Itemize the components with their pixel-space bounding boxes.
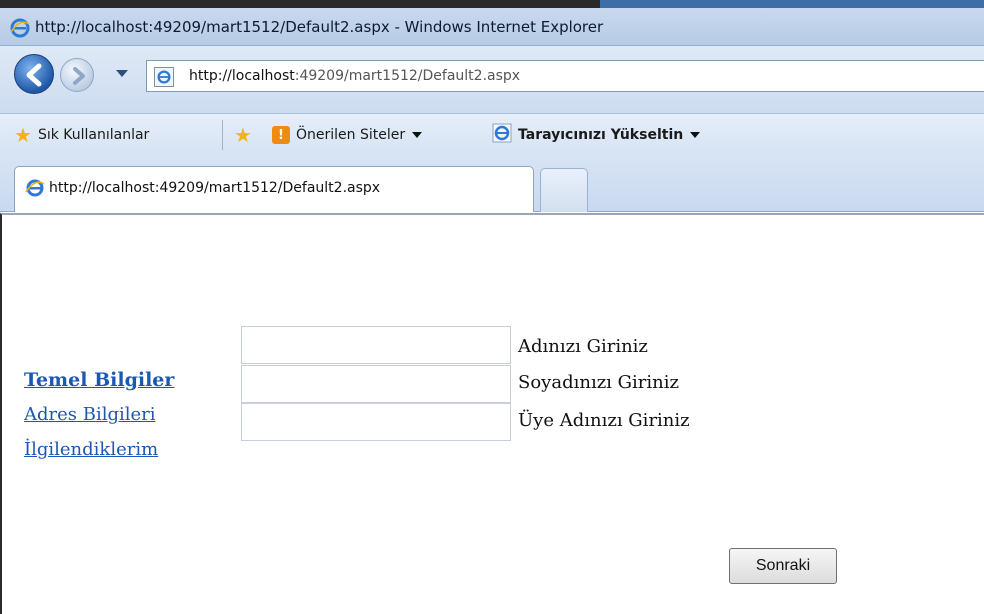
favorites-label: Sık Kullanılanlar <box>37 127 150 143</box>
link-temel-bilgiler[interactable]: Temel Bilgiler <box>24 369 174 391</box>
forward-button[interactable] <box>60 58 94 92</box>
favorites-separator <box>222 120 223 150</box>
upgrade-label: Tarayıcınızı Yükseltin <box>518 127 684 143</box>
favorites-star-icon: ★ <box>14 123 32 147</box>
suggested-sites-icon: ! <box>272 126 290 144</box>
url-path: :49209/mart1512/Default2.aspx <box>294 68 521 84</box>
forward-arrow-icon <box>73 67 85 85</box>
add-to-favorites-bar-button[interactable]: ★ <box>234 124 252 146</box>
favorites-button[interactable]: ★ Sık Kullanılanlar <box>14 124 149 146</box>
address-url[interactable]: http://localhost:49209/mart1512/Default2… <box>189 68 520 84</box>
suggested-sites-button[interactable]: ! Önerilen Siteler <box>272 124 423 146</box>
first-name-label: Adınızı Giriniz <box>518 336 648 357</box>
history-dropdown-icon[interactable] <box>116 70 128 77</box>
window-titlebar: http://localhost:49209/mart1512/Default2… <box>0 8 984 46</box>
window-title: http://localhost:49209/mart1512/Default2… <box>35 18 604 36</box>
suggested-sites-label: Önerilen Siteler <box>296 127 406 143</box>
last-name-input[interactable] <box>241 365 511 403</box>
tab-ie-icon <box>25 178 45 202</box>
tab-label: http://localhost:49209/mart1512/Default2… <box>49 180 381 196</box>
taskbar-blue-area <box>600 0 984 8</box>
taskbar-strip <box>0 0 984 8</box>
tab-default2[interactable]: http://localhost:49209/mart1512/Default2… <box>14 166 534 212</box>
ie-logo-icon <box>10 18 30 42</box>
link-ilgilendiklerim[interactable]: İlgilendiklerim <box>24 439 158 460</box>
taskbar-dark-area <box>0 0 600 8</box>
link-adres-bilgileri[interactable]: Adres Bilgileri <box>24 404 156 425</box>
new-tab-button[interactable] <box>540 168 588 212</box>
username-input[interactable] <box>241 403 511 441</box>
username-label: Üye Adınızı Giriniz <box>518 410 690 431</box>
suggested-sites-dropdown-icon <box>412 132 423 138</box>
upgrade-ie-icon <box>492 123 512 147</box>
last-name-label: Soyadınızı Giriniz <box>518 372 679 393</box>
first-name-input[interactable] <box>241 326 511 364</box>
add-favorite-star-icon: ★ <box>234 123 252 147</box>
upgrade-browser-button[interactable]: Tarayıcınızı Yükseltin <box>492 123 701 147</box>
next-button[interactable]: Sonraki <box>729 548 837 584</box>
back-button[interactable] <box>14 54 54 94</box>
address-bar[interactable]: http://localhost:49209/mart1512/Default2… <box>146 60 984 92</box>
url-host: http://localhost <box>189 68 295 84</box>
back-arrow-icon <box>26 63 42 87</box>
upgrade-dropdown-icon <box>690 132 701 138</box>
page-ie-icon <box>154 67 174 87</box>
